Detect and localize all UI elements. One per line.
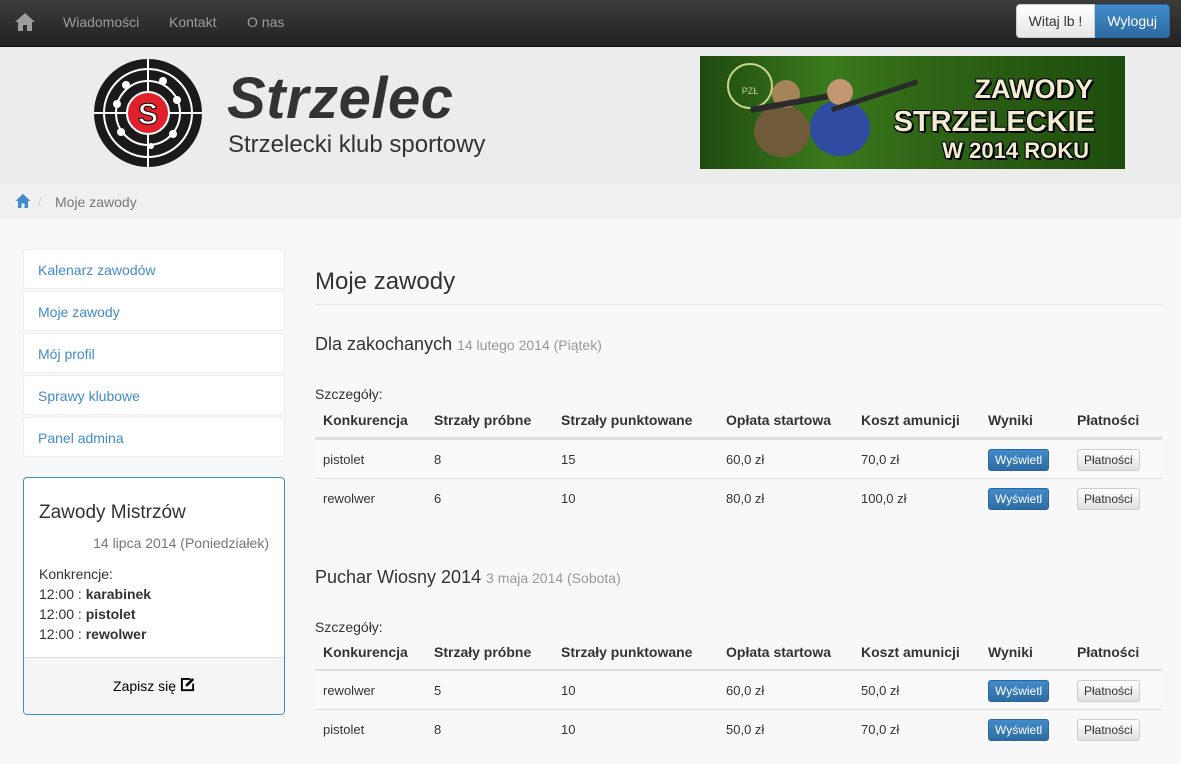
logo-letter: S <box>138 98 158 131</box>
edit-icon <box>180 677 195 692</box>
details-label: Szczegóły: <box>315 386 383 402</box>
banner-line-2: STRZELECKIE <box>893 106 1095 138</box>
sidebar-item-calendar[interactable]: Kalenarz zawodów <box>23 249 285 289</box>
event-entry: 12:00 : rewolwer <box>39 626 147 642</box>
event-entry: 12:00 : pistolet <box>39 606 136 622</box>
sidebar-item-admin-panel[interactable]: Panel admina <box>23 417 285 457</box>
event-title: Zawody Mistrzów <box>39 502 186 523</box>
sidebar-item-club-matters[interactable]: Sprawy klubowe <box>23 375 285 415</box>
breadcrumb-current: Moje zawody <box>55 194 137 210</box>
site-header: S Strzelec Strzelecki klub sportowy PZŁ … <box>0 47 1181 183</box>
table-row: rewolwer 5 10 60,0 zł 50,0 zł Wyświetl P… <box>315 670 1162 709</box>
table-header: Konkurencja Strzały próbne Strzały punkt… <box>315 406 1162 439</box>
show-results-button[interactable]: Wyświetl <box>988 680 1050 702</box>
breadcrumb-home-icon[interactable] <box>15 193 31 209</box>
signup-label: Zapisz się <box>113 678 177 694</box>
event-competitions-label: Konkrencje: <box>39 566 113 582</box>
site-title: Strzelec <box>227 66 454 131</box>
nav-link-news[interactable]: Wiadomości <box>63 14 139 30</box>
banner-badge: PZŁ <box>742 86 759 96</box>
top-navbar: Wiadomości Kontakt O nas Witaj lb ! Wylo… <box>0 0 1181 47</box>
show-results-button[interactable]: Wyświetl <box>988 449 1050 471</box>
sidebar-item-my-competitions[interactable]: Moje zawody <box>23 291 285 331</box>
table-row: pistolet 8 10 50,0 zł 70,0 zł Wyświetl P… <box>315 709 1162 748</box>
table-row: rewolwer 6 10 80,0 zł 100,0 zł Wyświetl … <box>315 478 1162 517</box>
details-label: Szczegóły: <box>315 619 383 635</box>
payments-button[interactable]: Płatności <box>1077 488 1140 510</box>
breadcrumb: / Moje zawody <box>0 183 1181 219</box>
sidebar-item-my-profile[interactable]: Mój profil <box>23 333 285 373</box>
table-header: Konkurencja Strzały próbne Strzały punkt… <box>315 638 1162 671</box>
event-entry: 12:00 : karabinek <box>39 586 152 602</box>
nav-link-about[interactable]: O nas <box>247 14 284 30</box>
welcome-button[interactable]: Witaj lb ! <box>1015 4 1096 38</box>
user-button-group: Witaj lb ! Wyloguj <box>1015 4 1170 38</box>
event-date: 14 lipca 2014 (Poniedziałek) <box>93 535 269 551</box>
table-row: pistolet 8 15 60,0 zł 70,0 zł Wyświetl P… <box>315 439 1162 478</box>
site-subtitle: Strzelecki klub sportowy <box>228 131 486 158</box>
competition-date: 3 maja 2014 (Sobota) <box>486 570 621 586</box>
competition-date: 14 lutego 2014 (Piątek) <box>457 337 602 353</box>
competition-heading: Dla zakochanych 14 lutego 2014 (Piątek) <box>315 334 602 354</box>
payments-button[interactable]: Płatności <box>1077 719 1140 741</box>
logout-button[interactable]: Wyloguj <box>1095 4 1170 38</box>
upcoming-event-panel: Zawody Mistrzów 14 lipca 2014 (Poniedzia… <box>23 477 285 715</box>
competition-heading: Puchar Wiosny 2014 3 maja 2014 (Sobota) <box>315 567 621 587</box>
nav-link-contact[interactable]: Kontakt <box>169 14 216 30</box>
payments-button[interactable]: Płatności <box>1077 449 1140 471</box>
show-results-button[interactable]: Wyświetl <box>988 719 1050 741</box>
page-title: Moje zawody <box>315 268 456 295</box>
target-logo: S <box>94 59 202 167</box>
signup-button[interactable]: Zapisz się <box>24 657 284 714</box>
title-divider <box>315 304 1164 305</box>
payments-button[interactable]: Płatności <box>1077 680 1140 702</box>
show-results-button[interactable]: Wyświetl <box>988 488 1050 510</box>
competitions-banner: PZŁ ZAWODY STRZELECKIE W 2014 ROKU <box>700 56 1125 169</box>
banner-line-3: W 2014 ROKU <box>942 138 1089 163</box>
banner-line-1: ZAWODY <box>974 74 1094 104</box>
breadcrumb-separator: / <box>38 194 42 209</box>
home-icon[interactable] <box>14 11 36 33</box>
